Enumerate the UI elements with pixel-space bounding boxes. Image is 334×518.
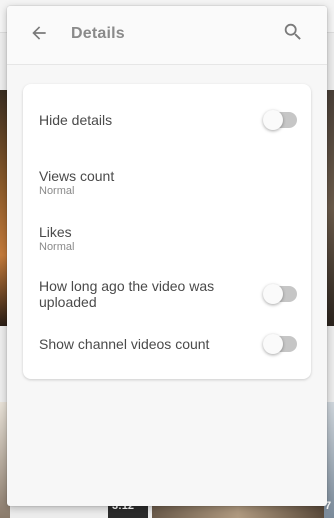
setting-hide-details[interactable]: Hide details (23, 102, 311, 138)
search-icon (282, 21, 304, 48)
search-button[interactable] (281, 22, 305, 46)
setting-label: Hide details (39, 112, 113, 128)
arrow-left-icon (29, 23, 49, 48)
setting-views-count[interactable]: Views count Normal (23, 158, 311, 198)
setting-channel-videos-count[interactable]: Show channel videos count (23, 328, 311, 364)
toggle-thumb (263, 284, 283, 304)
toggle-thumb (263, 110, 283, 130)
setting-upload-age[interactable]: How long ago the video was uploaded (23, 270, 311, 314)
setting-label: Show channel videos count (39, 336, 210, 352)
details-settings-popup: Details Hide details Views count Normal … (7, 6, 327, 506)
channel-videos-count-toggle[interactable] (263, 334, 297, 354)
setting-label: How long ago the video was uploaded (39, 278, 215, 310)
hide-details-toggle[interactable] (263, 110, 297, 130)
upload-age-toggle[interactable] (263, 284, 297, 304)
setting-value: Normal (39, 241, 75, 253)
settings-card: Hide details Views count Normal Likes No… (23, 84, 311, 379)
setting-label: Views count (39, 168, 115, 184)
back-button[interactable] (27, 23, 51, 47)
toggle-thumb (263, 334, 283, 354)
setting-value: Normal (39, 185, 75, 197)
page-title: Details (71, 25, 125, 42)
setting-likes[interactable]: Likes Normal (23, 214, 311, 254)
setting-label: Likes (39, 224, 72, 240)
popup-header: Details (7, 6, 327, 65)
